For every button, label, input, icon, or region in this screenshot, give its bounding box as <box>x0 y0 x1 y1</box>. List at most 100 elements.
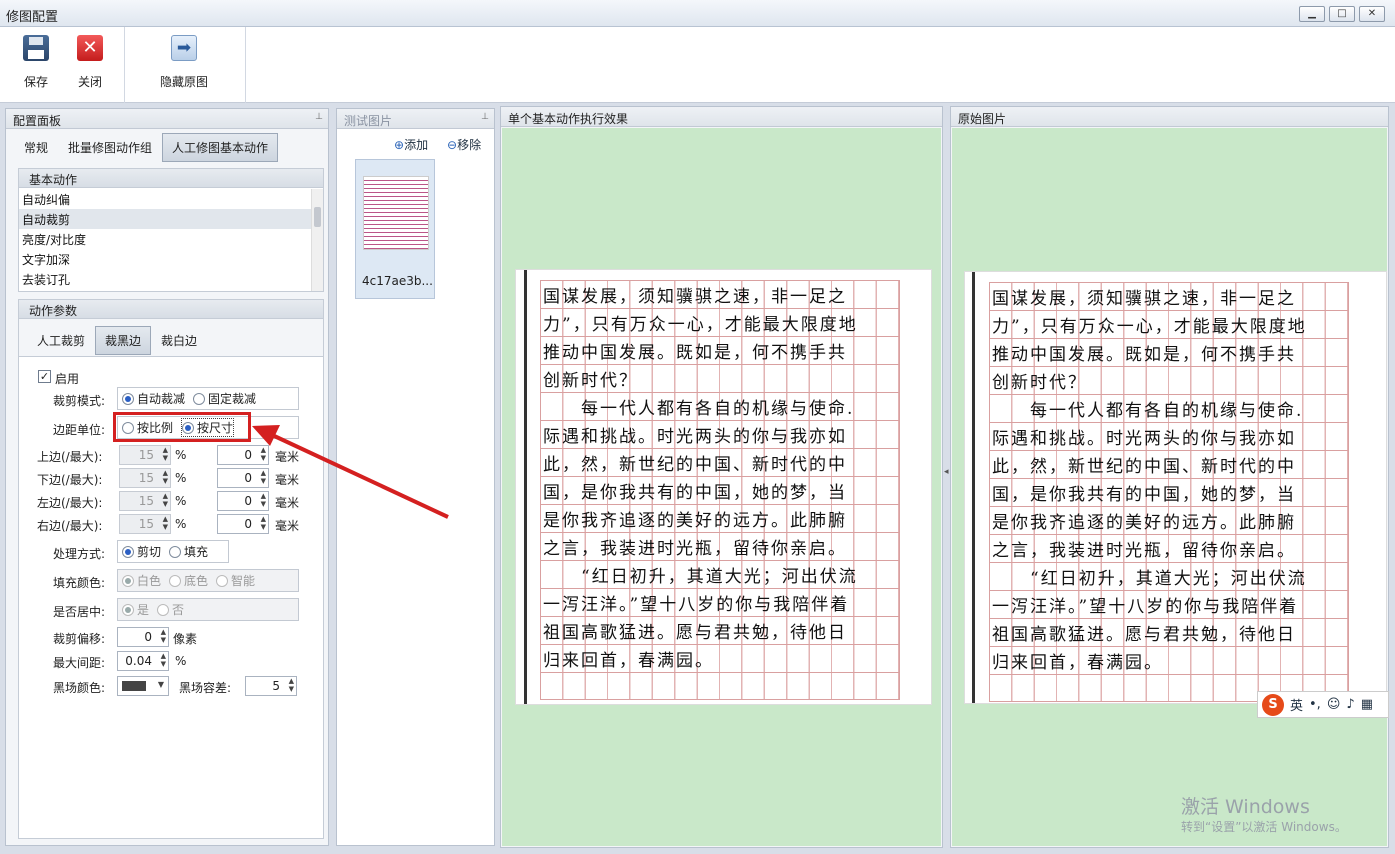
floppy-disk-icon <box>23 35 49 61</box>
offset-stepper[interactable]: 0 ▲ ▼ <box>117 627 169 647</box>
process-fill-radio[interactable]: 填充 <box>169 543 208 560</box>
center-yes-radio[interactable]: 是 <box>122 601 149 618</box>
pct-unit: % <box>175 494 187 508</box>
document-line: 力”，只有万众一心，才能最大限度地 <box>989 310 1349 338</box>
pin-icon[interactable]: ⊥ <box>481 112 489 122</box>
enable-checkbox[interactable]: ✓ <box>38 370 51 383</box>
document-line: 此，然，新世纪的中国、新时代的中 <box>540 448 900 476</box>
chevron-down-icon: ▼ <box>157 680 164 689</box>
ime-toolbar[interactable]: S 英 •, ☺ ♪ ▦ <box>1257 691 1389 718</box>
tab-general[interactable]: 常规 <box>14 133 58 162</box>
hide-original-button[interactable]: ➡ 隐藏原图 <box>152 31 216 99</box>
black-color-picker[interactable]: ▼ <box>117 676 169 696</box>
fill-color-radio-group: 白色 底色 智能 <box>117 569 299 592</box>
process-radio-group: 剪切 填充 <box>117 540 229 563</box>
close-button[interactable]: ✕ 关闭 <box>70 31 110 99</box>
fill-smart-radio[interactable]: 智能 <box>216 572 255 589</box>
black-color-swatch <box>122 681 146 691</box>
original-view[interactable]: 国谋发展，须知骥骐之速，非一足之 力”，只有万众一心，才能最大限度地 推动中国发展。… <box>952 128 1389 846</box>
list-item[interactable]: 自动裁剪 <box>19 209 311 229</box>
window-title: 修图配置 <box>6 10 59 25</box>
fill-color-label: 填充颜色: <box>53 576 106 590</box>
punctuation-icon[interactable]: •, <box>1309 697 1321 712</box>
save-label: 保存 <box>23 75 48 89</box>
left-margin-pct-stepper[interactable]: 15 ▲ ▼ <box>119 491 171 511</box>
center-no-radio[interactable]: 否 <box>157 601 184 618</box>
toolbar-divider <box>245 27 246 103</box>
document-line: 际遇和挑战。时光两头的你与我亦如 <box>540 420 900 448</box>
document-line: 国谋发展，须知骥骐之速，非一足之 <box>540 280 900 308</box>
add-icon: ⊕ <box>394 138 405 152</box>
process-cut-radio[interactable]: 剪切 <box>122 543 161 560</box>
splitter-arrow-icon[interactable]: ◂ <box>944 467 949 477</box>
original-panel-title: 原始图片 <box>958 112 1007 126</box>
list-scrollbar[interactable] <box>311 189 323 291</box>
maximize-button[interactable]: □ <box>1329 6 1355 22</box>
remove-button[interactable]: ⊖移除 <box>447 136 481 153</box>
minimize-button[interactable]: ▁ <box>1299 6 1325 22</box>
crop-mode-radio-group: 自动裁减 固定裁减 <box>117 387 299 410</box>
document-line: 一泻汪洋。”望十八岁的你与我陪伴着 <box>540 588 900 616</box>
margin-unit-label: 边距单位: <box>53 423 106 437</box>
right-margin-pct-stepper[interactable]: 15 ▲ ▼ <box>119 514 171 534</box>
fill-background-radio[interactable]: 底色 <box>169 572 208 589</box>
crop-mode-label: 裁剪模式: <box>53 394 106 408</box>
black-tol-stepper[interactable]: 5 ▲ ▼ <box>245 676 297 696</box>
document-line: 创新时代？ <box>989 366 1349 394</box>
top-margin-pct-stepper[interactable]: 15 ▲ ▼ <box>119 445 171 465</box>
list-item[interactable]: 去装订孔 <box>19 269 311 289</box>
list-item[interactable]: 亮度/对比度 <box>19 229 311 249</box>
max-gap-stepper[interactable]: 0.04 ▲ ▼ <box>117 651 169 671</box>
params-tabs: 人工裁剪 裁黑边 裁白边 <box>27 326 207 355</box>
black-tol-label: 黑场容差: <box>179 681 232 695</box>
tab-batch-actions[interactable]: 批量修图动作组 <box>58 133 162 162</box>
document-line: 一泻汪洋。”望十八岁的你与我陪伴着 <box>989 590 1349 618</box>
annotation-arrow <box>252 425 449 519</box>
document-line: “红日初升，其道大光；河出伏流 <box>989 562 1349 590</box>
tab-manual-crop[interactable]: 人工裁剪 <box>27 326 95 355</box>
emoji-icon[interactable]: ☺ <box>1327 697 1341 712</box>
bottom-margin-pct-stepper[interactable]: 15 ▲ ▼ <box>119 468 171 488</box>
sogou-logo-icon: S <box>1262 693 1284 716</box>
tab-crop-white-edge[interactable]: 裁白边 <box>151 326 207 355</box>
crop-mode-fixed-radio[interactable]: 固定裁减 <box>193 390 256 407</box>
ime-language[interactable]: 英 <box>1290 695 1303 714</box>
activation-watermark-title: 激活 Windows <box>1181 796 1310 818</box>
max-gap-label: 最大间距: <box>53 656 106 670</box>
top-margin-label: 上边(/最大): <box>37 450 103 464</box>
tab-basic-actions[interactable]: 人工修图基本动作 <box>162 133 279 162</box>
crop-mode-auto-radio[interactable]: 自动裁减 <box>122 390 185 407</box>
thumbnail-image <box>363 176 429 250</box>
original-panel: 原始图片 ◂ 国谋发展，须知骥骐之速，非一足之 力”，只有万众一心，才能最大限度地… <box>944 106 1389 848</box>
toolbar-divider <box>124 27 125 103</box>
remove-icon: ⊖ <box>447 138 458 152</box>
effect-document-page: 国谋发展，须知骥骐之速，非一足之 力”，只有万众一心，才能最大限度地 推动中国发展。… <box>515 269 932 705</box>
document-line: 国，是你我共有的中国，她的梦，当 <box>540 476 900 504</box>
add-button[interactable]: ⊕添加 <box>394 136 428 153</box>
basic-actions-list: 自动纠偏 自动裁剪 亮度/对比度 文字加深 去装订孔 <box>19 189 311 289</box>
test-image-thumbnail[interactable]: 4c17ae3b... <box>355 159 435 299</box>
keyboard-icon[interactable]: ▦ <box>1361 697 1373 712</box>
save-button[interactable]: 保存 <box>16 31 56 99</box>
scroll-thumb[interactable] <box>314 207 321 227</box>
document-line: 每一代人都有各自的机缘与使命. <box>989 394 1349 422</box>
max-gap-unit: % <box>175 654 187 668</box>
list-item[interactable]: 文字加深 <box>19 249 311 269</box>
document-line: 之言，我装进时光瓶，留待你亲启。 <box>540 532 900 560</box>
page-edge <box>524 270 527 704</box>
list-item[interactable]: 自动纠偏 <box>19 189 311 209</box>
close-window-button[interactable]: ✕ <box>1359 6 1385 22</box>
document-line: 力”，只有万众一心，才能最大限度地 <box>540 308 900 336</box>
basic-actions-title: 基本动作 <box>19 169 323 188</box>
tab-crop-black-edge[interactable]: 裁黑边 <box>95 326 152 355</box>
fill-white-radio[interactable]: 白色 <box>122 572 161 589</box>
microphone-icon[interactable]: ♪ <box>1346 697 1354 712</box>
document-line: 归来回首，春满园。 <box>540 644 900 672</box>
bottom-margin-label: 下边(/最大): <box>37 473 103 487</box>
document-line: 推动中国发展。既如是，何不携手共 <box>989 338 1349 366</box>
effect-view[interactable]: 国谋发展，须知骥骐之速，非一足之 力”，只有万众一心，才能最大限度地 推动中国发展。… <box>502 128 941 846</box>
process-label: 处理方式: <box>53 547 106 561</box>
right-margin-label: 右边(/最大): <box>37 519 103 533</box>
document-line: 国，是你我共有的中国，她的梦，当 <box>989 478 1349 506</box>
pin-icon[interactable]: ⊥ <box>315 112 323 122</box>
